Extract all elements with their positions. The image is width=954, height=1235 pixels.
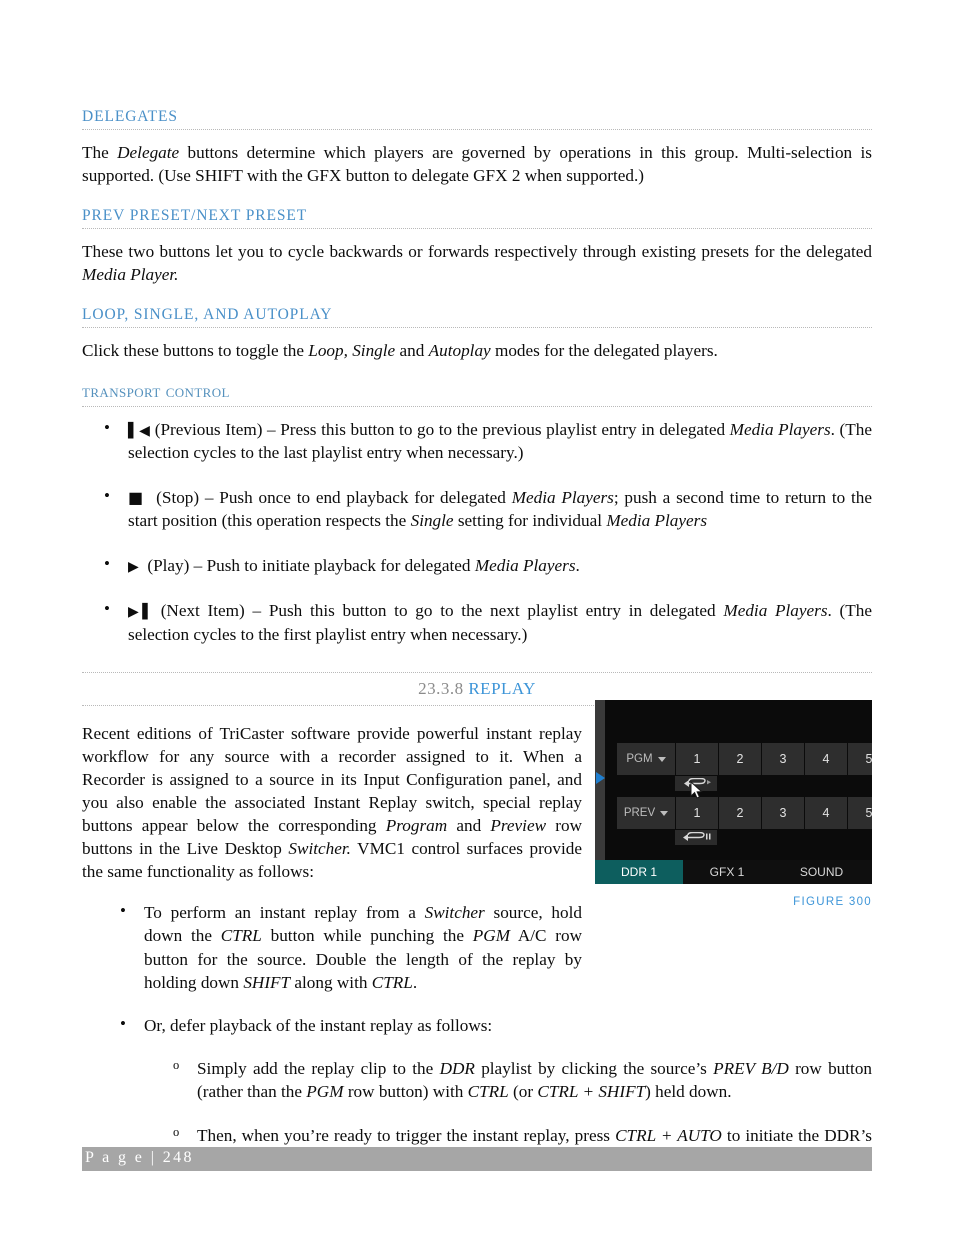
paragraph-delegates: The Delegate buttons determine which pla… xyxy=(82,143,872,186)
heading-delegates: DELEGATES xyxy=(82,108,872,130)
replay-button-play-icon[interactable] xyxy=(675,776,717,791)
document-page: DELEGATES The Delegate buttons determine… xyxy=(0,0,954,1235)
prev-row-label: PREV xyxy=(623,807,656,819)
prev-row-selector[interactable]: PREV xyxy=(617,797,676,829)
replay-button-pause-icon[interactable] xyxy=(675,830,717,845)
figure-panel-background xyxy=(605,700,872,860)
page-footer-bar: P a g e | 248 xyxy=(82,1147,872,1171)
figure-tab-row: DDR 1 GFX 1 SOUND xyxy=(595,860,872,884)
pgm-row-selector[interactable]: PGM xyxy=(617,743,676,775)
replay-loop-pause-icon xyxy=(683,832,711,841)
list-item: Or, defer playback of the instant replay… xyxy=(82,1013,582,1037)
pgm-row: PGM 1 2 3 4 5 xyxy=(617,743,872,775)
tab-sound[interactable]: SOUND xyxy=(771,860,872,884)
list-item: ▶▌ (Next Item) – Push this button to go … xyxy=(82,598,872,645)
pgm-source-button-4[interactable]: 4 xyxy=(805,743,848,775)
list-item: ■ (Stop) – Push once to end playback for… xyxy=(82,485,872,532)
section-title: REPLAY xyxy=(468,678,536,698)
pgm-source-button-3[interactable]: 3 xyxy=(762,743,805,775)
prev-source-button-4[interactable]: 4 xyxy=(805,797,848,829)
prev-row: PREV 1 2 3 4 5 xyxy=(617,797,872,829)
prev-source-button-3[interactable]: 3 xyxy=(762,797,805,829)
paragraph-replay-intro: Recent editions of TriCaster software pr… xyxy=(82,723,582,882)
paragraph-prev-next-preset: These two buttons let you to cycle backw… xyxy=(82,242,872,285)
page-number-label: P a g e | 248 xyxy=(85,1149,194,1166)
section-number: 23.3.8 xyxy=(418,678,464,698)
tab-gfx-1[interactable]: GFX 1 xyxy=(683,860,771,884)
chevron-down-icon xyxy=(660,810,669,816)
pgm-row-label: PGM xyxy=(626,753,653,765)
figure-row-pointer-icon xyxy=(596,772,605,784)
figure-300: PGM 1 2 3 4 5 PREV 1 2 3 4 5 DDR 1 GFX 1… xyxy=(595,700,872,908)
figure-caption: FIGURE 300 xyxy=(793,896,872,908)
prev-source-button-5[interactable]: 5 xyxy=(848,797,872,829)
figure-image-switcher-panel: PGM 1 2 3 4 5 PREV 1 2 3 4 5 DDR 1 GFX 1… xyxy=(595,700,872,884)
heading-prev-next-preset: PREV PRESET/NEXT PRESET xyxy=(82,207,872,230)
tab-ddr-1[interactable]: DDR 1 xyxy=(595,860,683,884)
pgm-source-button-2[interactable]: 2 xyxy=(719,743,762,775)
list-item: Simply add the replay clip to the DDR pl… xyxy=(82,1057,872,1103)
list-item: To perform an instant replay from a Swit… xyxy=(82,900,582,993)
page-content: DELEGATES The Delegate buttons determine… xyxy=(82,108,872,1192)
prev-source-button-1[interactable]: 1 xyxy=(676,797,719,829)
pgm-source-button-1[interactable]: 1 xyxy=(676,743,719,775)
paragraph-loop-single-autoplay: Click these buttons to toggle the Loop, … xyxy=(82,341,718,361)
list-item: ▌◀ (Previous Item) – Press this button t… xyxy=(82,417,872,464)
replay-loop-play-icon xyxy=(684,778,711,787)
heading-loop-single-autoplay: LOOP, SINGLE, AND AUTOPLAY xyxy=(82,306,872,329)
prev-source-button-2[interactable]: 2 xyxy=(719,797,762,829)
pgm-source-button-5[interactable]: 5 xyxy=(848,743,872,775)
list-item: ▶ (Play) – Push to initiate playback for… xyxy=(82,553,872,577)
chevron-down-icon xyxy=(657,756,666,762)
replay-bullet-list: To perform an instant replay from a Swit… xyxy=(82,900,582,1037)
transport-control-list: ▌◀ (Previous Item) – Press this button t… xyxy=(82,417,872,645)
heading-transport-control: Transport Control xyxy=(82,382,872,408)
